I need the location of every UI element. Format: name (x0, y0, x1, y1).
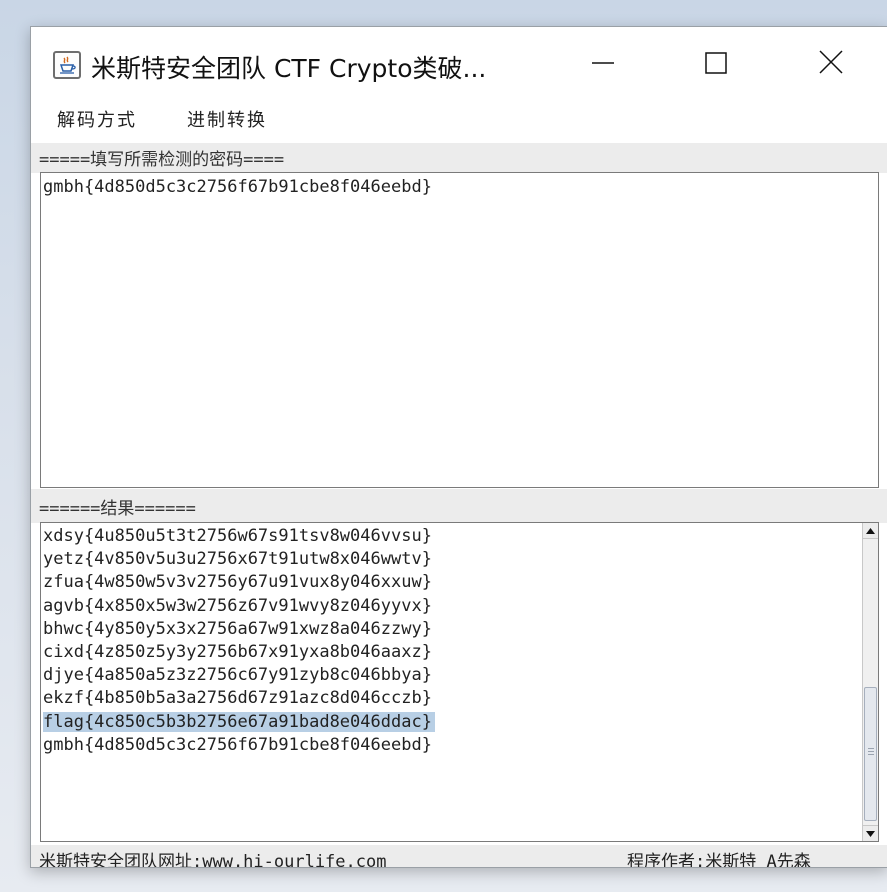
arrow-down-icon (866, 831, 875, 837)
java-app-icon (53, 51, 81, 79)
close-icon (819, 50, 843, 74)
result-line[interactable]: djye{4a850a5z3z2756c67y91zyb8c046bbya} (41, 664, 863, 687)
result-line[interactable]: gmbh{4d850d5c3c2756f67b91cbe8f046eebd} (41, 734, 863, 757)
close-button[interactable] (810, 43, 866, 83)
title-bar[interactable]: 米斯特安全团队 CTF Crypto类破... (31, 27, 887, 99)
result-line-text: agvb{4x850x5w3w2756z67v91wvy8z046yyvx} (43, 595, 432, 616)
result-line-selected[interactable]: flag{4c850c5b3b2756e67a91bad8e046ddac} (41, 711, 863, 734)
maximize-icon (705, 52, 727, 74)
result-line[interactable]: zfua{4w850w5v3v2756y67u91vux8y046xxuw} (41, 571, 863, 594)
minimize-button[interactable] (576, 43, 632, 83)
author-label: 程序作者:米斯特 A先森 (627, 852, 811, 868)
result-line[interactable]: bhwc{4y850y5x3x2756a67w91xwz8a046zzwy} (41, 618, 863, 641)
grip-line (868, 748, 874, 749)
website-label: 米斯特安全团队网址:www.hi-ourlife.com (39, 852, 387, 868)
grip-line (868, 754, 874, 755)
window-title: 米斯特安全团队 CTF Crypto类破... (91, 54, 487, 83)
scroll-down-button[interactable] (863, 825, 878, 841)
arrow-up-icon (866, 528, 875, 534)
result-line-text: flag{4c850c5b3b2756e67a91bad8e046ddac} (43, 711, 435, 732)
scroll-thumb[interactable] (864, 687, 877, 821)
result-line[interactable]: cixd{4z850z5y3y2756b67x91yxa8b046aaxz} (41, 641, 863, 664)
result-line-text: gmbh{4d850d5c3c2756f67b91cbe8f046eebd} (43, 734, 432, 755)
result-header-label: ======结果====== (39, 499, 196, 519)
menu-bar: 解码方式 进制转换 (31, 101, 887, 131)
result-line[interactable]: ekzf{4b850b5a3a2756d67z91azc8d046cczb} (41, 687, 863, 710)
menu-base-conversion[interactable]: 进制转换 (187, 106, 267, 132)
result-line-text: cixd{4z850z5y3y2756b67x91yxa8b046aaxz} (43, 641, 432, 662)
cipher-input-textarea[interactable]: gmbh{4d850d5c3c2756f67b91cbe8f046eebd} (40, 172, 879, 488)
grip-line (868, 751, 874, 752)
result-line-text: ekzf{4b850b5a3a2756d67z91azc8d046cczb} (43, 688, 432, 709)
cipher-input-text: gmbh{4d850d5c3c2756f67b91cbe8f046eebd} (43, 177, 432, 197)
result-line-text: zfua{4w850w5v3v2756y67u91vux8y046xxuw} (43, 572, 432, 593)
maximize-button[interactable] (694, 43, 750, 83)
scroll-up-button[interactable] (863, 523, 878, 539)
result-line-text: bhwc{4y850y5x3x2756a67w91xwz8a046zzwy} (43, 618, 432, 639)
minimize-icon (592, 62, 614, 64)
status-bar: 米斯特安全团队网址:www.hi-ourlife.com 程序作者:米斯特 A先… (31, 845, 887, 868)
result-line-text: xdsy{4u850u5t3t2756w67s91tsv8w046vvsu} (43, 526, 432, 546)
result-list: xdsy{4u850u5t3t2756w67s91tsv8w046vvsu} y… (41, 523, 863, 757)
vertical-scrollbar[interactable] (862, 523, 878, 841)
result-line[interactable]: yetz{4v850v5u3u2756x67t91utw8x046wwtv} (41, 548, 863, 571)
result-line-text: yetz{4v850v5u3u2756x67t91utw8x046wwtv} (43, 549, 432, 570)
menu-decode-method[interactable]: 解码方式 (57, 106, 137, 132)
input-header-label: =====填写所需检测的密码==== (39, 150, 285, 170)
app-window: 米斯特安全团队 CTF Crypto类破... 解码方式 进制转换 =====填… (30, 26, 887, 868)
result-textarea[interactable]: xdsy{4u850u5t3t2756w67s91tsv8w046vvsu} y… (40, 522, 879, 842)
result-line-text: djye{4a850a5z3z2756c67y91zyb8c046bbya} (43, 665, 432, 686)
result-line[interactable]: agvb{4x850x5w3w2756z67v91wvy8z046yyvx} (41, 595, 863, 618)
result-line[interactable]: xdsy{4u850u5t3t2756w67s91tsv8w046vvsu} (41, 525, 863, 548)
